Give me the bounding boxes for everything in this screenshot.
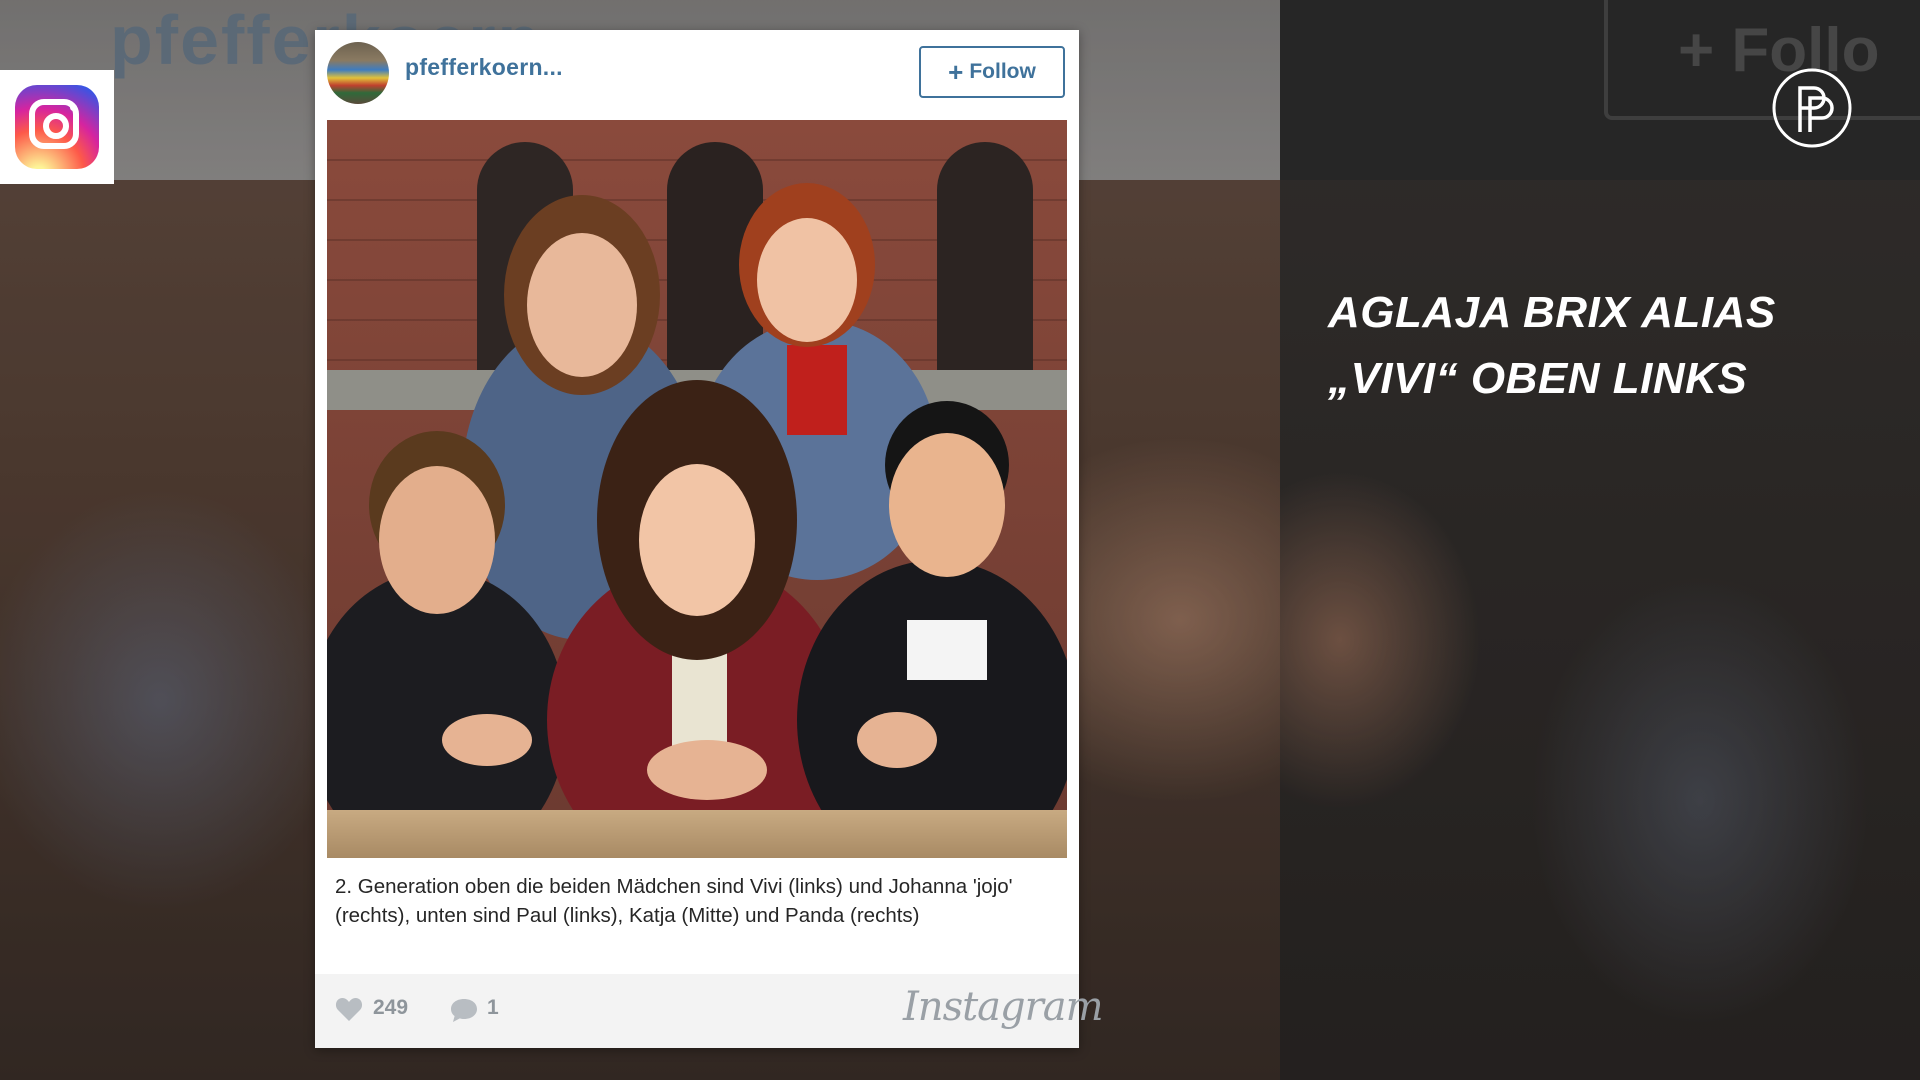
likes-count: 249 [373,996,409,1019]
follow-button-label: Follow [969,60,1036,83]
post-photo[interactable] [327,120,1067,858]
instagram-post-card: pfefferkoern... 100w + Follow [315,30,1104,1048]
comments-count: 1 [487,996,499,1019]
post-username[interactable]: pfefferkoern... [405,54,563,81]
post-header: pfefferkoern... 100w + Follow [315,30,1079,118]
brand-logo-icon [1772,68,1852,148]
heart-icon[interactable] [335,996,363,1022]
follow-button[interactable]: + Follow [919,46,1065,98]
post-footer: 249 1 Instagram [315,974,1104,1048]
instagram-badge [0,70,114,184]
instagram-icon [15,85,99,169]
plus-icon: + [948,57,964,87]
avatar[interactable] [327,42,389,104]
headline-line-2: „VIVI“ OBEN LINKS [1328,354,1748,403]
headline-line-1: AGLAJA BRIX ALIAS [1328,288,1776,337]
instagram-wordmark[interactable]: Instagram [903,984,1104,1030]
post-caption: 2. Generation oben die beiden Mädchen si… [335,875,1013,927]
comment-icon[interactable] [449,997,479,1023]
headline-text: AGLAJA BRIX ALIAS „VIVI“ OBEN LINKS [1328,280,1888,412]
